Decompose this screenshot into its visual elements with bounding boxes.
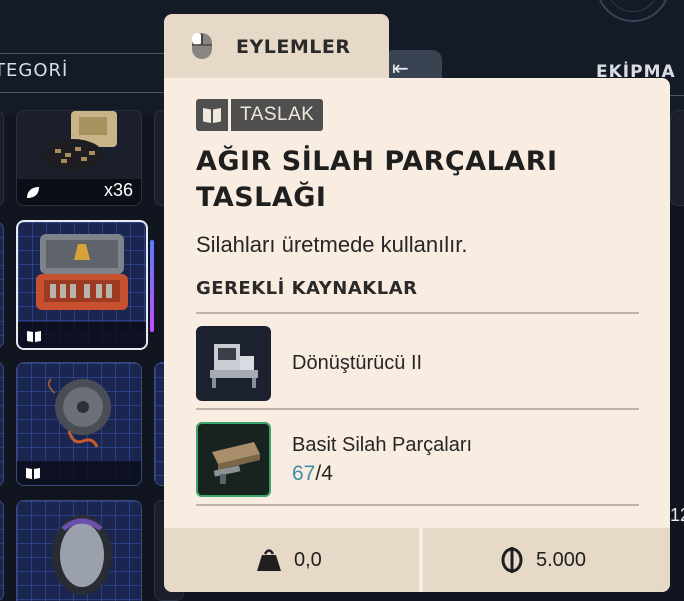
resource-icon-weapon-parts bbox=[196, 422, 271, 497]
item-title: AĞIR SİLAH PARÇALARI TASLAĞI bbox=[196, 146, 558, 213]
divider bbox=[196, 312, 639, 314]
blueprint-book-icon bbox=[196, 99, 228, 131]
inventory-slot[interactable] bbox=[0, 110, 4, 206]
inventory-slot[interactable] bbox=[0, 222, 4, 348]
item-type-tag: TASLAK bbox=[196, 99, 324, 131]
inventory-slot-ammo[interactable]: x36 bbox=[16, 110, 142, 206]
toolbox-icon bbox=[36, 234, 128, 310]
inventory-slot[interactable] bbox=[0, 362, 4, 486]
slot-count: x36 bbox=[103, 180, 133, 200]
resource-count: 67/4 bbox=[292, 462, 333, 486]
selection-glow bbox=[150, 240, 154, 332]
blueprint-book-icon bbox=[26, 468, 40, 479]
category-label[interactable]: TEGORİ bbox=[0, 60, 68, 81]
tooltip-footer: 0,0 5.000 bbox=[164, 528, 670, 592]
price-value: 5.000 bbox=[536, 548, 587, 571]
blueprint-book-icon bbox=[27, 331, 41, 342]
resource-icon-workbench bbox=[196, 326, 271, 401]
weight-stat: 0,0 bbox=[256, 528, 322, 592]
currency-icon bbox=[501, 547, 523, 573]
resource-name: Dönüştürücü II bbox=[292, 352, 423, 374]
divider bbox=[196, 504, 639, 506]
canister-icon bbox=[52, 515, 112, 595]
inventory-slot-device[interactable] bbox=[16, 362, 142, 486]
workbench-icon bbox=[210, 344, 258, 388]
weight-icon bbox=[257, 549, 281, 571]
weight-value: 0,0 bbox=[294, 548, 322, 571]
inventory-slot-canister[interactable] bbox=[16, 500, 142, 601]
inventory-slot[interactable] bbox=[0, 500, 4, 601]
item-description: Silahları üretmede kullanılır. bbox=[196, 232, 468, 257]
item-tooltip-card: TASLAK AĞIR SİLAH PARÇALARI TASLAĞI Sila… bbox=[164, 78, 670, 592]
resource-need-count: 4 bbox=[321, 462, 333, 485]
divider bbox=[196, 408, 639, 410]
ammo-bag-icon bbox=[43, 111, 117, 171]
resource-name: Basit Silah Parçaları bbox=[292, 434, 473, 456]
price-stat: 5.000 bbox=[500, 528, 586, 592]
equipment-slot[interactable] bbox=[670, 110, 684, 206]
inventory-slot-blueprint-selected[interactable] bbox=[16, 220, 148, 350]
leaf-icon bbox=[27, 187, 39, 198]
actions-label: EYLEMLER bbox=[236, 36, 351, 58]
actions-tab[interactable]: EYLEMLER bbox=[164, 14, 389, 86]
resource-have-count: 67 bbox=[292, 462, 316, 485]
equipment-count: 12 bbox=[670, 505, 684, 525]
requirements-heading: GEREKLİ KAYNAKLAR bbox=[196, 278, 418, 299]
footer-separator bbox=[419, 528, 423, 592]
mine-device-icon bbox=[47, 378, 111, 448]
weapon-parts-icon bbox=[212, 442, 260, 484]
item-type-label: TASLAK bbox=[231, 99, 324, 131]
mouse-icon bbox=[192, 33, 212, 59]
